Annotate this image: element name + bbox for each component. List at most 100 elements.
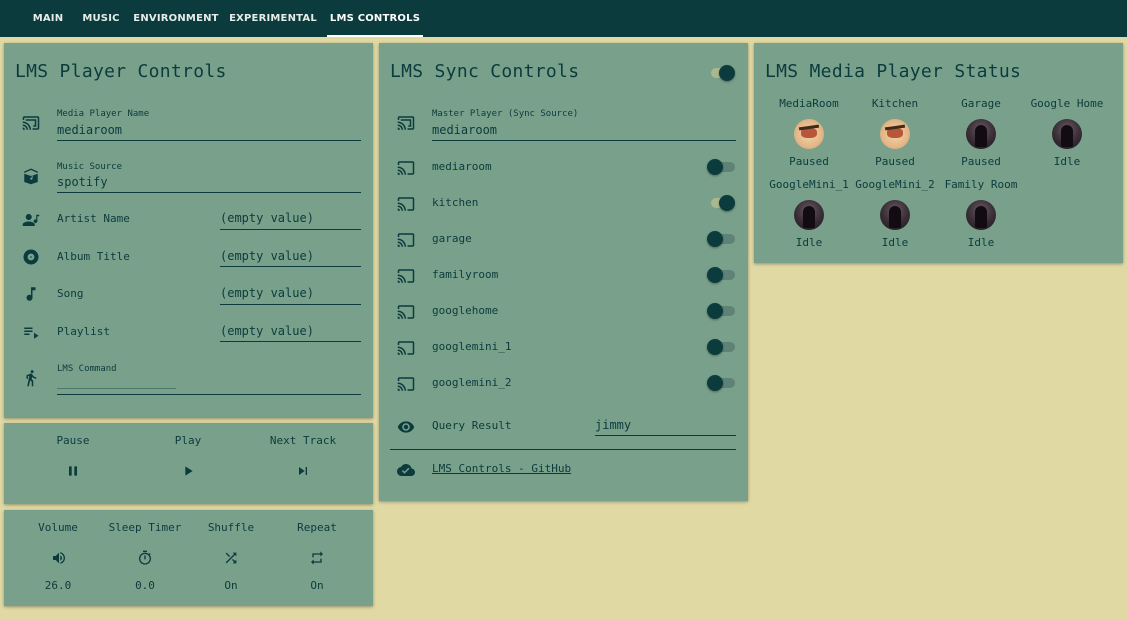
status-player-mediaroom[interactable]: MediaRoom Paused [766,97,852,168]
sync-player-mediaroom-label: mediaroom [432,160,492,173]
github-link[interactable]: LMS Controls - GitHub [432,462,571,475]
sync-player-familyroom-label: familyroom [432,268,499,281]
run-icon [21,368,41,388]
eye-icon [396,417,416,437]
skip-next-icon [299,467,307,475]
sync-player-kitchen-label: kitchen [432,196,479,209]
status-player-garage[interactable]: Garage Paused [938,97,1024,168]
volume-value: 26.0 [44,579,72,592]
status-player-google-home[interactable]: Google Home Idle [1024,97,1110,168]
master-player-underline [432,140,736,141]
shuffle-button[interactable] [221,548,241,568]
sync-player-googlemini2-label: googlemini_2 [432,376,512,389]
tab-main[interactable]: MAIN [22,0,74,37]
book-music-icon [21,166,41,186]
media-player-name-underline [57,140,361,141]
cast-icon [396,194,416,214]
album-underline [220,266,361,267]
sync-player-mediaroom-toggle[interactable] [707,157,735,177]
query-result-label: Query Result [432,419,512,432]
tab-lms-controls[interactable]: LMS CONTROLS [327,0,423,37]
cloud-check-icon [396,460,416,480]
album-art [966,200,996,230]
shuffle-value: On [224,579,238,592]
sync-player-garage-label: garage [432,232,472,245]
music-source-field[interactable]: spotify [57,175,108,189]
sync-player-googlemini1-toggle[interactable] [707,337,735,357]
play-icon [185,466,193,476]
player-state: Idle [795,236,823,249]
sync-player-googlemini1-label: googlemini_1 [432,340,512,353]
status-player-googlemini1[interactable]: GoogleMini_1 Idle [766,178,852,249]
repeat-button[interactable] [307,548,327,568]
query-result-underline [595,435,736,436]
player-name: GoogleMini_1 [769,178,849,191]
play-label: Play [174,434,202,447]
playlist-field[interactable]: (empty value) [220,324,314,338]
album-art [880,119,910,149]
artist-underline [220,229,361,230]
status-player-kitchen[interactable]: Kitchen Paused [852,97,938,168]
top-nav: MAIN MUSIC ENVIRONMENT EXPERIMENTAL LMS … [0,0,1127,37]
player-controls-title: LMS Player Controls [15,61,227,82]
pause-button[interactable] [63,461,83,481]
pause-label: Pause [56,434,90,447]
sync-player-googlemini2-toggle[interactable] [707,373,735,393]
player-name: GoogleMini_2 [855,178,935,191]
player-name: Google Home [1030,97,1104,110]
player-state: Paused [961,155,1001,168]
repeat-label: Repeat [297,521,337,534]
tab-environment[interactable]: ENVIRONMENT [130,0,222,37]
sync-player-garage-toggle[interactable] [707,229,735,249]
player-state: Paused [875,155,915,168]
player-controls-card: LMS Player Controls Media Player Name me… [4,43,373,418]
media-status-card: LMS Media Player Status MediaRoom Paused… [754,43,1123,263]
sync-controls-title: LMS Sync Controls [390,61,580,82]
album-art [966,119,996,149]
sleep-timer-value: 0.0 [135,579,155,592]
status-player-family-room[interactable]: Family Room Idle [938,178,1024,249]
repeat-value: On [310,579,324,592]
pause-icon [69,466,77,476]
artist-icon [21,210,41,230]
sleep-timer-button[interactable] [135,548,155,568]
master-player-field[interactable]: mediaroom [432,123,497,137]
sync-master-toggle[interactable] [707,63,735,83]
album-field[interactable]: (empty value) [220,249,314,263]
sync-player-googlehome-toggle[interactable] [707,301,735,321]
divider [390,449,736,450]
music-source-underline [57,192,361,193]
playlist-label: Playlist [57,325,110,338]
cast-icon [396,302,416,322]
song-underline [220,304,361,305]
shuffle-label: Shuffle [207,521,255,534]
next-track-button[interactable] [293,461,313,481]
artist-label: Artist Name [57,212,130,225]
volume-button[interactable] [49,548,69,568]
player-name: Kitchen [871,97,919,110]
play-button[interactable] [178,461,198,481]
tab-experimental[interactable]: EXPERIMENTAL [224,0,322,37]
cast-icon [396,230,416,250]
player-state: Idle [967,236,995,249]
player-name: MediaRoom [779,97,839,110]
tab-music[interactable]: MUSIC [76,0,126,37]
song-field[interactable]: (empty value) [220,286,314,300]
album-art [794,200,824,230]
status-player-googlemini2[interactable]: GoogleMini_2 Idle [852,178,938,249]
player-state: Idle [881,236,909,249]
master-player-label: Master Player (Sync Source) [432,109,579,119]
lms-command-field[interactable]: __________________ [57,376,176,389]
player-state: Idle [1053,155,1081,168]
cast-icon [396,266,416,286]
sync-player-familyroom-toggle[interactable] [707,265,735,285]
query-result-field[interactable]: jimmy [595,418,631,432]
sync-player-kitchen-toggle[interactable] [707,193,735,213]
playlist-underline [220,341,361,342]
cast-icon [21,113,41,133]
sleep-timer-label: Sleep Timer [108,521,182,534]
sync-player-googlehome-label: googlehome [432,304,499,317]
media-player-name-field[interactable]: mediaroom [57,123,122,137]
media-player-name-label: Media Player Name [57,109,150,119]
artist-field[interactable]: (empty value) [220,211,314,225]
